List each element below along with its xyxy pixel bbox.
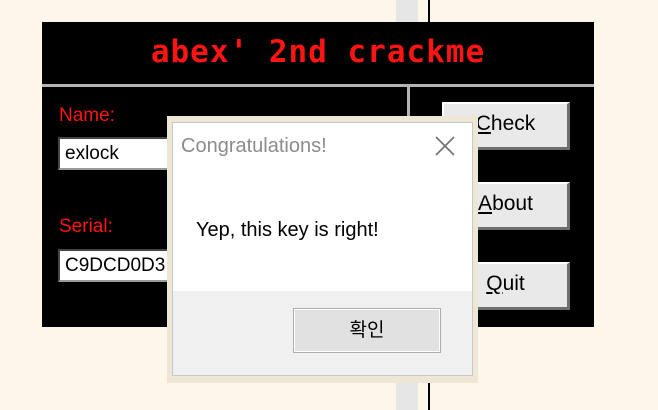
quit-mnemonic: Q: [486, 272, 503, 295]
serial-label: Serial:: [59, 216, 113, 237]
ok-button[interactable]: 확인: [293, 308, 441, 353]
dialog-message: Yep, this key is right!: [196, 219, 379, 241]
title-divider: [42, 84, 594, 87]
close-icon[interactable]: [432, 133, 458, 159]
about-mnemonic: A: [478, 192, 493, 215]
dialog-title: Congratulations!: [181, 135, 327, 157]
app-title: abex' 2nd crackme: [150, 34, 486, 70]
quit-label: uit: [502, 272, 525, 295]
about-label: bout: [492, 192, 533, 215]
dialog-footer: 확인: [173, 291, 472, 375]
check-mnemonic: C: [475, 112, 491, 135]
message-dialog: Congratulations! Yep, this key is right!…: [172, 122, 473, 376]
name-label: Name:: [59, 105, 115, 126]
check-label: heck: [490, 112, 536, 135]
